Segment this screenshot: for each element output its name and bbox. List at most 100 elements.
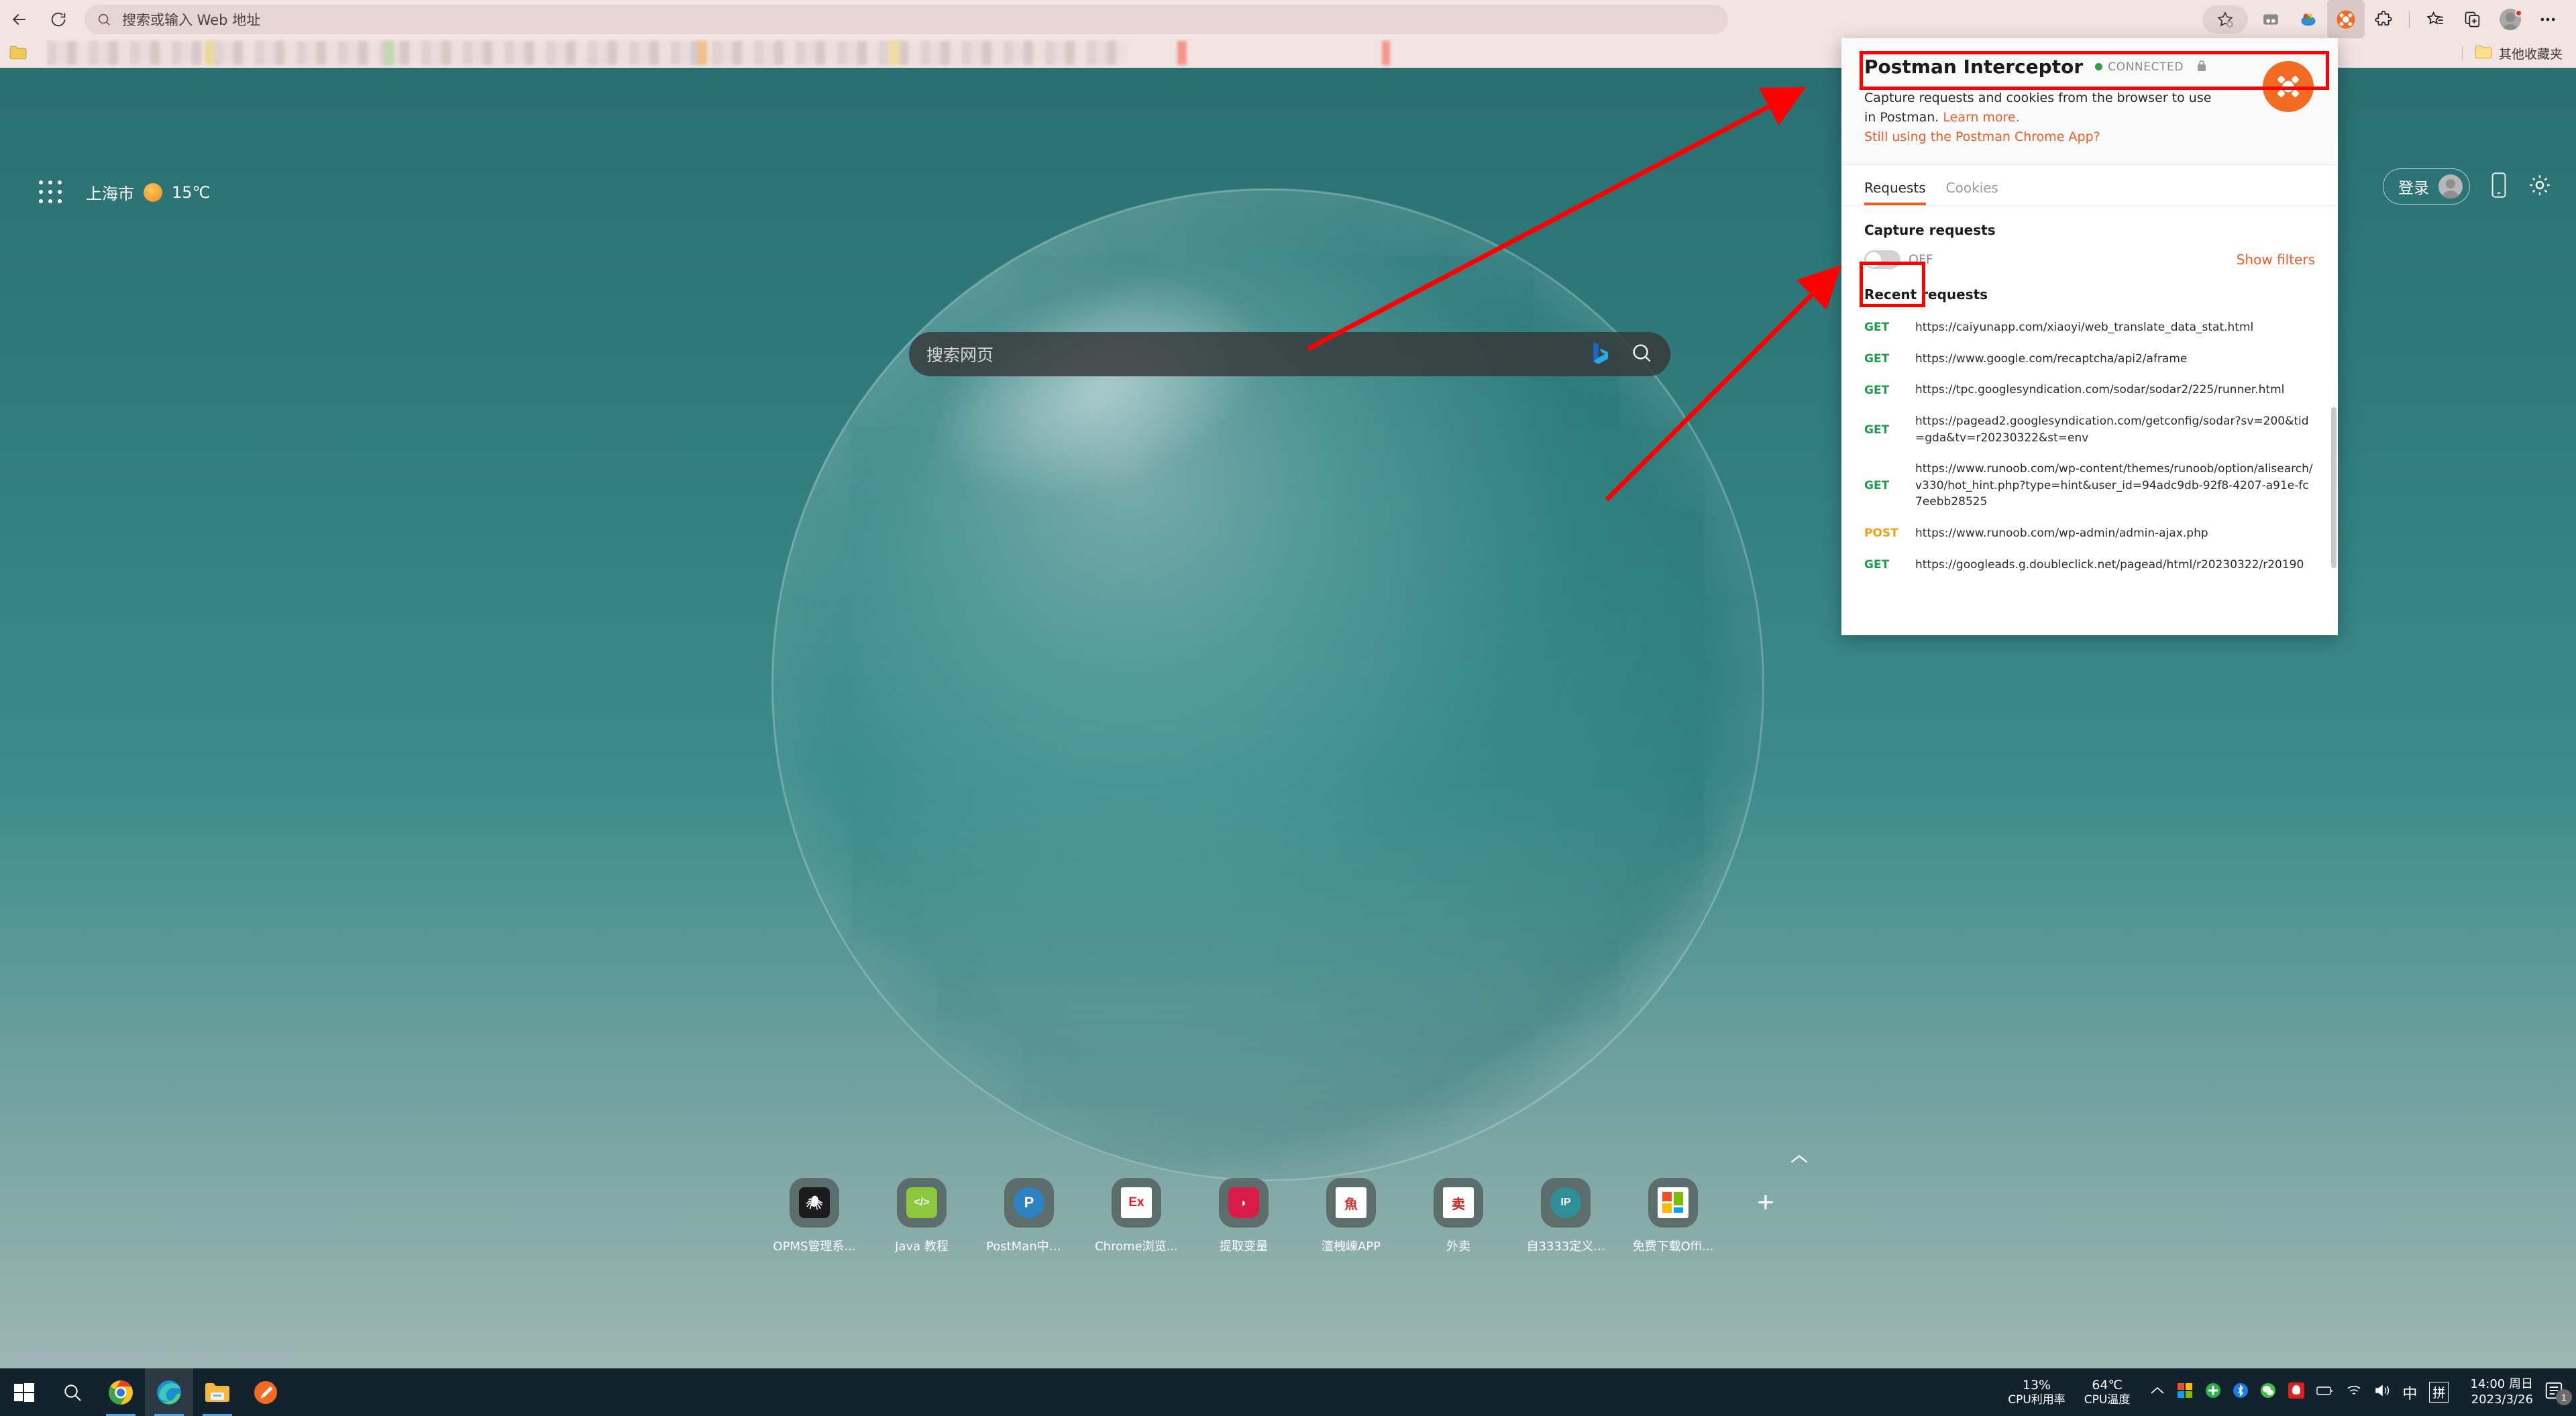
request-url: https://www.google.com/recaptcha/api2/af… [1915,351,2188,366]
battery-icon[interactable] [2316,1384,2334,1400]
request-url: https://www.runoob.com/wp-content/themes… [1915,462,2313,509]
cpu-temp-stat: 64℃ CPU温度 [2075,1378,2140,1407]
bookmarks-divider [2461,46,2463,60]
shortcut-item[interactable]: </> Java 教程 [879,1178,965,1254]
postman-taskbar-button[interactable] [241,1368,290,1416]
back-arrow-icon[interactable] [0,0,39,38]
360-shield-icon[interactable] [2205,1382,2221,1402]
profile-avatar-icon[interactable] [2491,0,2529,38]
request-row[interactable]: GET https://www.runoob.com/wp-content/th… [1864,453,2315,518]
extract-variable-icon: ◗ [1228,1187,1259,1218]
learn-more-link[interactable]: Learn more. [1943,110,2019,125]
settings-more-icon[interactable] [2529,0,2567,38]
shortcut-item[interactable]: IP 自3333定义... [1523,1178,1609,1254]
popup-description: Capture requests and cookies from the br… [1864,89,2226,127]
shortcut-item[interactable]: 🕷 OPMS管理系... [771,1178,857,1254]
license-footer: 增值电信业务经营许可证: 合字B2-20090007 [15,1349,298,1365]
windows-security-icon[interactable] [2177,1382,2193,1402]
request-row[interactable]: GET https://tpc.googlesyndication.com/so… [1864,374,2315,406]
custom-ip-icon: IP [1550,1187,1581,1218]
request-url: https://tpc.googlesyndication.com/sodar/… [1915,383,2285,397]
avatar-icon [2438,174,2463,199]
search-icon[interactable] [1630,341,1653,368]
annotation-highlight-toggle [1860,262,1925,307]
toolbar-right-actions [2202,0,2576,38]
chevron-up-icon[interactable] [2150,1386,2165,1399]
request-row[interactable]: GET https://www.google.com/recaptcha/api… [1864,343,2315,375]
add-tab-to-collection-icon[interactable] [2454,0,2491,38]
chevron-up-icon[interactable] [1790,1149,1809,1170]
address-bar[interactable]: 搜索或输入 Web 地址 [85,4,1728,34]
wechat-icon[interactable] [2260,1382,2276,1402]
shortcut-label: 提取变量 [1220,1240,1268,1254]
browser-toolbar: 搜索或输入 Web 地址 [0,0,2576,38]
shortcut-label: Chrome浏览... [1095,1240,1178,1254]
postman-interceptor-popup: Postman Interceptor CONNECTED Capture re… [1841,38,2338,635]
shortcut-item[interactable]: ◗ 提取变量 [1201,1178,1287,1254]
sun-icon [144,182,162,202]
collections-icon[interactable] [2290,0,2327,38]
bluetooth-icon[interactable] [2233,1382,2249,1402]
mobile-phone-icon[interactable] [2489,172,2509,202]
popup-tabs: Requests Cookies [1841,165,2338,206]
search-input[interactable]: 搜索网页 [909,332,1670,376]
shortcut-item[interactable]: P PostMan中文... [986,1178,1072,1254]
add-favorite-button[interactable] [2202,5,2248,34]
recent-requests-title: Recent requests [1864,286,1988,303]
shortcut-item[interactable]: Ex Chrome浏览... [1093,1178,1179,1254]
request-url: https://pagead2.googlesyndication.com/ge… [1915,414,2309,445]
shortcut-item[interactable]: 卖 外卖 [1415,1178,1501,1254]
request-row[interactable]: GET https://caiyunapp.com/xiaoyi/web_tra… [1864,312,2315,343]
split-screen-icon[interactable] [2252,0,2290,38]
cpu-usage-stat: 13% CPU利用率 [1998,1378,2075,1407]
chrome-taskbar-button[interactable] [97,1368,145,1416]
reload-icon[interactable] [39,0,78,38]
request-method: GET [1864,351,1890,366]
shortcut-item[interactable]: 魚 澶栧崠APP [1308,1178,1394,1254]
add-shortcut-button[interactable]: + [1744,1178,1787,1228]
java-tutorial-icon: </> [906,1187,937,1218]
start-button[interactable] [0,1368,48,1416]
shortcut-label: 澶栧崠APP [1321,1240,1381,1254]
chrome-app-link[interactable]: Still using the Postman Chrome App? [1864,129,2315,144]
shortcut-label: Java 教程 [895,1240,949,1254]
other-favorites-button[interactable]: 其他收藏夹 [2461,38,2563,68]
request-row[interactable]: POST https://www.runoob.com/wp-admin/adm… [1864,518,2315,549]
other-favorites-label: 其他收藏夹 [2498,46,2563,62]
notification-icon[interactable]: 1 [2544,1380,2572,1405]
ime-mode-indicator[interactable]: 中 [2402,1382,2417,1403]
sign-in-button[interactable]: 登录 [2383,168,2470,205]
weather-temperature: 15℃ [172,182,211,202]
shortcut-label: 自3333定义... [1526,1240,1605,1254]
qq-icon[interactable] [2288,1382,2305,1402]
weather-widget[interactable]: 上海市 15℃ [86,180,211,204]
bookmark-color-strip [1177,41,1187,65]
tab-requests[interactable]: Requests [1864,180,1926,205]
tab-cookies[interactable]: Cookies [1946,180,1998,205]
ime-pinyin-indicator[interactable]: 拼 [2429,1382,2449,1403]
request-row[interactable]: GET https://pagead2.googlesyndication.co… [1864,406,2315,453]
gear-icon[interactable] [2528,173,2552,201]
favorites-list-icon[interactable] [2416,0,2454,38]
wifi-icon[interactable] [2346,1384,2362,1401]
request-row[interactable]: GET https://googleads.g.doubleclick.net/… [1864,549,2315,581]
extensions-puzzle-icon[interactable] [2365,0,2402,38]
shortcut-item[interactable]: 免费下载Offi... [1630,1178,1716,1254]
apps-grid-icon[interactable] [39,180,63,205]
popup-scrollbar[interactable] [2331,407,2337,568]
bing-logo-icon[interactable] [1590,341,1610,368]
request-method: GET [1864,558,1890,572]
takeout-icon: 卖 [1443,1187,1474,1218]
clock[interactable]: 14:00 周日 2023/3/26 [2459,1377,2544,1407]
description-text: Capture requests and cookies from the br… [1864,91,2212,125]
volume-icon[interactable] [2374,1383,2390,1401]
edge-taskbar-button[interactable] [145,1368,193,1416]
postman-interceptor-extension-icon[interactable] [2327,0,2365,38]
bookmark-folder-icon[interactable] [9,45,27,63]
request-method: GET [1864,383,1890,397]
show-filters-link[interactable]: Show filters [2237,252,2315,268]
file-explorer-taskbar-button[interactable] [193,1368,241,1416]
notification-count-badge: 1 [2556,1389,2572,1405]
waimai-app-icon: 魚 [1336,1187,1366,1218]
search-button[interactable] [48,1368,97,1416]
